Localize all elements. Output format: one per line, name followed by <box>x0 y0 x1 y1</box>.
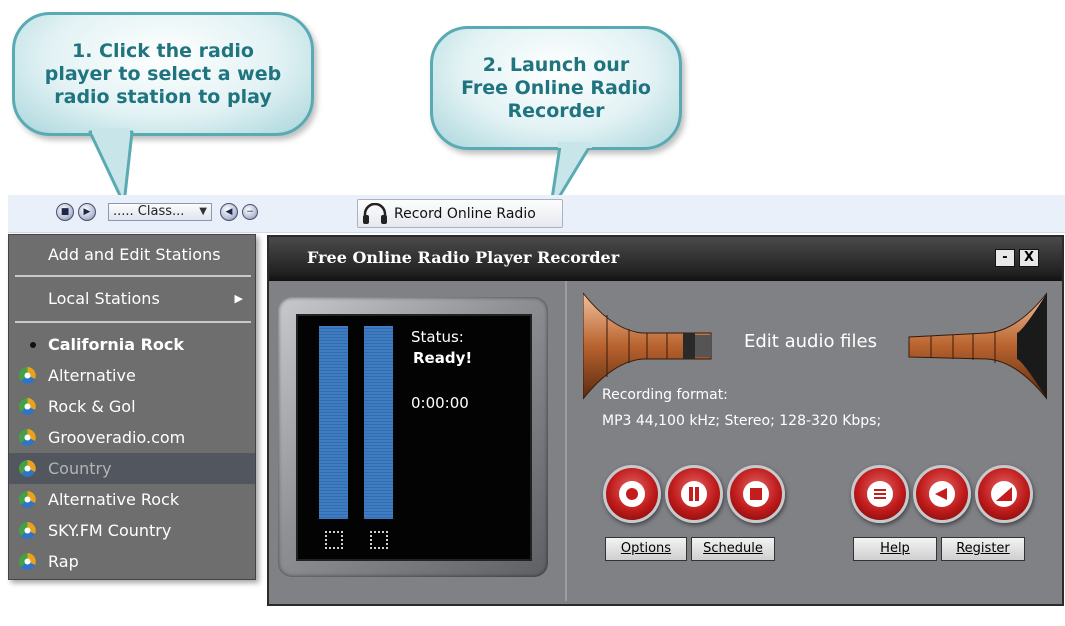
pause-button[interactable] <box>665 465 723 523</box>
stop-record-button[interactable] <box>727 465 785 523</box>
callout-launch-recorder: 2. Launch our Free Online Radio Recorder <box>430 26 682 150</box>
menu-divider <box>15 321 251 323</box>
menu-add-edit-label: Add and Edit Stations <box>48 245 221 264</box>
help-button[interactable]: Help <box>853 537 937 561</box>
volume-level-button[interactable] <box>975 465 1033 523</box>
station-dropdown-value: ..... Class... <box>113 204 185 219</box>
window-title: Free Online Radio Player Recorder <box>307 248 620 267</box>
recorder-window: Free Online Radio Player Recorder - X St… <box>267 235 1064 606</box>
station-item[interactable]: Rock & Gol <box>9 391 255 422</box>
record-online-radio-button[interactable]: Record Online Radio <box>357 199 563 228</box>
station-label: Alternative Rock <box>48 490 180 509</box>
minimize-button[interactable]: - <box>995 249 1015 267</box>
list-icon <box>867 481 893 507</box>
recording-format-label: Recording format: <box>602 387 728 403</box>
station-label: Grooveradio.com <box>48 428 186 447</box>
radio-station-icon <box>19 522 36 539</box>
channel-right-icon <box>370 531 388 549</box>
menu-list-button[interactable] <box>851 465 909 523</box>
volume-button[interactable]: ◀ <box>220 203 238 221</box>
play-button[interactable]: ▶ <box>78 203 96 221</box>
station-label: Alternative <box>48 366 136 385</box>
station-label: Rap <box>48 552 79 571</box>
radio-station-icon <box>19 429 36 446</box>
register-button[interactable]: Register <box>941 537 1025 561</box>
record-icon <box>619 481 645 507</box>
speaker-button[interactable] <box>913 465 971 523</box>
radio-station-icon <box>19 367 36 384</box>
headphones-icon <box>363 202 387 224</box>
elapsed-time: 0:00:00 <box>411 394 469 412</box>
stop-square-icon <box>743 481 769 507</box>
station-item[interactable]: Alternative Rock <box>9 484 255 515</box>
station-item[interactable]: Alternative <box>9 360 255 391</box>
station-dropdown[interactable]: ..... Class... ▼ <box>108 203 212 221</box>
pause-icon <box>681 481 707 507</box>
station-label: SKY.FM Country <box>48 521 172 540</box>
speaker-icon: ◀ <box>225 206 233 217</box>
channel-left-icon <box>325 531 343 549</box>
radio-station-icon <box>19 491 36 508</box>
radio-station-icon <box>19 398 36 415</box>
station-label: California Rock <box>48 335 185 354</box>
station-item[interactable]: Rap <box>9 546 255 577</box>
station-menu: Add and Edit Stations Local Stations ▶ C… <box>8 234 256 580</box>
station-item[interactable]: Grooveradio.com <box>9 422 255 453</box>
speaker-icon <box>929 481 955 507</box>
menu-divider <box>15 275 251 277</box>
menu-add-edit-stations[interactable]: Add and Edit Stations <box>9 237 255 273</box>
menu-local-label: Local Stations <box>48 289 160 308</box>
status-label: Status: <box>411 328 464 346</box>
status-value: Ready! <box>413 349 473 367</box>
level-meter-right <box>364 326 393 519</box>
station-item[interactable]: California Rock <box>9 329 255 360</box>
station-item[interactable]: Country <box>9 453 255 484</box>
volume-ramp-icon <box>991 481 1017 507</box>
station-label: Country <box>48 459 112 478</box>
panel-divider <box>565 281 567 601</box>
record-button[interactable] <box>603 465 661 523</box>
close-button[interactable]: X <box>1019 249 1039 267</box>
menu-local-stations[interactable]: Local Stations ▶ <box>9 281 255 317</box>
schedule-button[interactable]: Schedule <box>691 537 775 561</box>
status-display: Status: Ready! 0:00:00 <box>296 314 532 561</box>
chevron-down-icon: ▼ <box>199 206 207 217</box>
play-icon: ▶ <box>83 206 91 217</box>
record-online-radio-label: Record Online Radio <box>394 205 536 222</box>
current-station-dot-icon <box>30 342 36 348</box>
minus-icon: − <box>246 206 254 217</box>
options-button[interactable]: Options <box>605 537 687 561</box>
level-meter-left <box>319 326 348 519</box>
stop-button[interactable]: ■ <box>56 203 74 221</box>
radio-station-icon <box>19 460 36 477</box>
edit-audio-files-link[interactable]: Edit audio files <box>744 331 877 352</box>
left-horn-icon <box>583 292 712 400</box>
radio-station-icon <box>19 553 36 570</box>
callout-select-station: 1. Click the radio player to select a we… <box>12 12 314 136</box>
station-label: Rock & Gol <box>48 397 136 416</box>
chevron-right-icon: ▶ <box>234 292 243 305</box>
station-item[interactable]: SKY.FM Country <box>9 515 255 546</box>
window-titlebar[interactable]: Free Online Radio Player Recorder - X <box>269 237 1062 281</box>
recording-format-value: MP3 44,100 kHz; Stereo; 128-320 Kbps; <box>602 413 882 429</box>
right-horn-icon <box>908 292 1047 400</box>
stop-icon: ■ <box>60 206 70 217</box>
player-menu-button[interactable]: − <box>242 204 258 220</box>
